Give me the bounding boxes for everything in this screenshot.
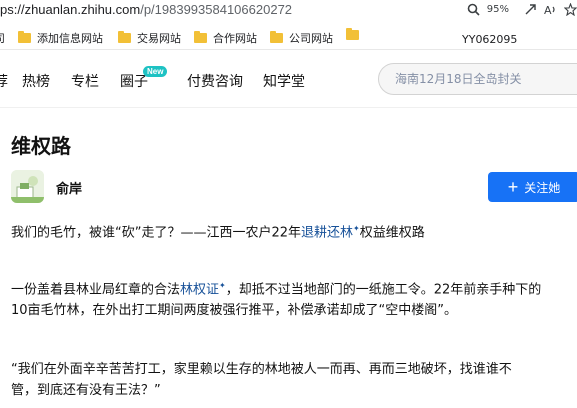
paragraph-text: 权益维权路	[359, 225, 425, 241]
svg-text:A: A	[544, 4, 552, 16]
bookmark-item[interactable]: 司	[0, 30, 5, 46]
paragraph-text: 一份盖着县林业局红章的合法	[11, 282, 181, 298]
address-bar[interactable]: ps://zhuanlan.zhihu.com/p/19839935841066…	[0, 0, 577, 22]
article-paragraph-3: “我们在外面辛辛苦苦打工，家里赖以生存的林地被人一而再、再而三地破坏，找谁谁不 …	[11, 359, 577, 401]
bookmark-label: 公司网站	[289, 32, 333, 45]
article-paragraph-1: 我们的毛竹，被谁“砍”走了？——江西一农户22年退耕还林✦权益维权路	[11, 218, 577, 243]
paragraph-text: ，却抵不过当地部门的一纸施工令。22年前亲手种下的	[225, 282, 542, 298]
nav-item-recommend[interactable]: 荐	[0, 71, 8, 91]
folder-icon	[194, 31, 207, 43]
article-paragraph-2: 一份盖着县林业局红章的合法林权证✦，却抵不过当地部门的一纸施工令。22年前亲手种…	[11, 275, 577, 321]
nav-item-zhixuetang[interactable]: 知学堂	[263, 71, 305, 91]
folder-icon	[270, 31, 283, 43]
new-badge: New	[143, 66, 168, 77]
bookmarks-bar: 司 添加信息网站 交易网站 合作网站 公司网站 YY062095	[0, 26, 577, 50]
plus-icon: +	[507, 177, 519, 197]
zoom-level[interactable]: 95%	[487, 4, 509, 15]
folder-icon	[118, 31, 131, 43]
bookmark-label: 司	[0, 30, 5, 46]
keyword-link-tuigeng[interactable]: 退耕还林	[301, 225, 353, 240]
bookmark-label: 合作网站	[213, 32, 257, 45]
keyword-link-icon: ✦	[353, 224, 360, 233]
avatar[interactable]	[11, 170, 44, 203]
nav-item-paid-consult[interactable]: 付费咨询	[187, 71, 243, 91]
read-aloud-icon[interactable]: A	[543, 2, 557, 16]
site-nav: 荐 热榜 专栏 圈子 New 付费咨询 知学堂	[0, 52, 577, 108]
paragraph-text: 管，到底还有没有王法？”	[11, 383, 161, 398]
url-domain: ps://zhuanlan.zhihu.com	[0, 2, 141, 17]
url-path: /p/1983993584106620272	[140, 2, 293, 17]
link-icon[interactable]	[523, 2, 537, 16]
keyword-link-linquanzheng[interactable]: 林权证	[180, 282, 219, 297]
search-box[interactable]	[378, 63, 577, 95]
paragraph-text: 我们的毛竹，被谁“砍”走了？——江西一农户22年	[11, 225, 302, 241]
folder-icon	[18, 31, 31, 43]
bookmark-extra-text: YY062095	[462, 33, 518, 46]
author-name[interactable]: 俞岸	[56, 178, 82, 197]
nav-item-hot[interactable]: 热榜	[22, 71, 50, 91]
address-bar-actions: 95% A	[467, 2, 577, 16]
bookmark-folder-empty[interactable]	[346, 28, 359, 40]
follow-label: 关注她	[524, 180, 561, 195]
bookmark-label: 交易网站	[137, 32, 181, 45]
zoom-icon[interactable]	[467, 2, 481, 16]
folder-icon	[346, 28, 359, 40]
bookmark-folder-trade[interactable]: 交易网站	[118, 30, 181, 46]
nav-item-column[interactable]: 专栏	[71, 71, 99, 91]
bookmark-label: 添加信息网站	[37, 32, 103, 45]
favorite-star-icon[interactable]	[563, 2, 577, 16]
follow-button[interactable]: + 关注她	[488, 172, 577, 202]
url-text[interactable]: ps://zhuanlan.zhihu.com/p/19839935841066…	[0, 2, 292, 17]
keyword-link-icon: ✦	[219, 281, 226, 290]
search-input[interactable]	[379, 64, 577, 94]
bookmark-folder-add-info[interactable]: 添加信息网站	[18, 30, 103, 46]
column-title[interactable]: 维权路	[11, 130, 71, 159]
bookmark-folder-company[interactable]: 公司网站	[270, 30, 333, 46]
paragraph-text: “我们在外面辛辛苦苦打工，家里赖以生存的林地被人一而再、再而三地破坏，找谁谁不	[11, 362, 512, 377]
bookmark-folder-partner[interactable]: 合作网站	[194, 30, 257, 46]
paragraph-text: 10亩毛竹林，在外出打工期间两度被强行推平，补偿承诺却成了“空中楼阁”。	[11, 303, 458, 319]
